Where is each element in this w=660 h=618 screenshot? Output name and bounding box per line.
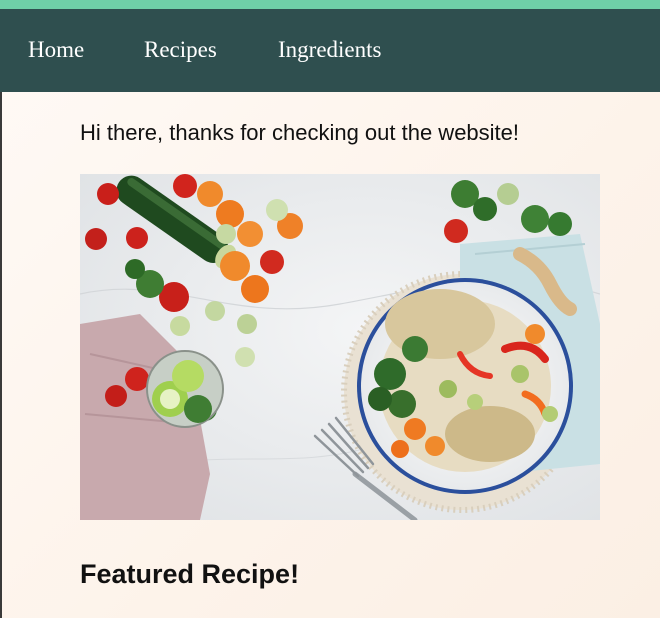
welcome-message: Hi there, thanks for checking out the we…: [80, 120, 520, 145]
nav-link-recipes[interactable]: Recipes: [144, 37, 217, 63]
top-navigation: Home Recipes Ingredients: [0, 9, 660, 92]
window-edge: [0, 0, 2, 618]
hero-image: [80, 174, 600, 520]
nav-link-home[interactable]: Home: [28, 37, 84, 63]
featured-recipe-heading: Featured Recipe!: [80, 559, 300, 589]
nav-link-ingredients[interactable]: Ingredients: [278, 37, 381, 63]
accent-strip: [0, 0, 660, 9]
